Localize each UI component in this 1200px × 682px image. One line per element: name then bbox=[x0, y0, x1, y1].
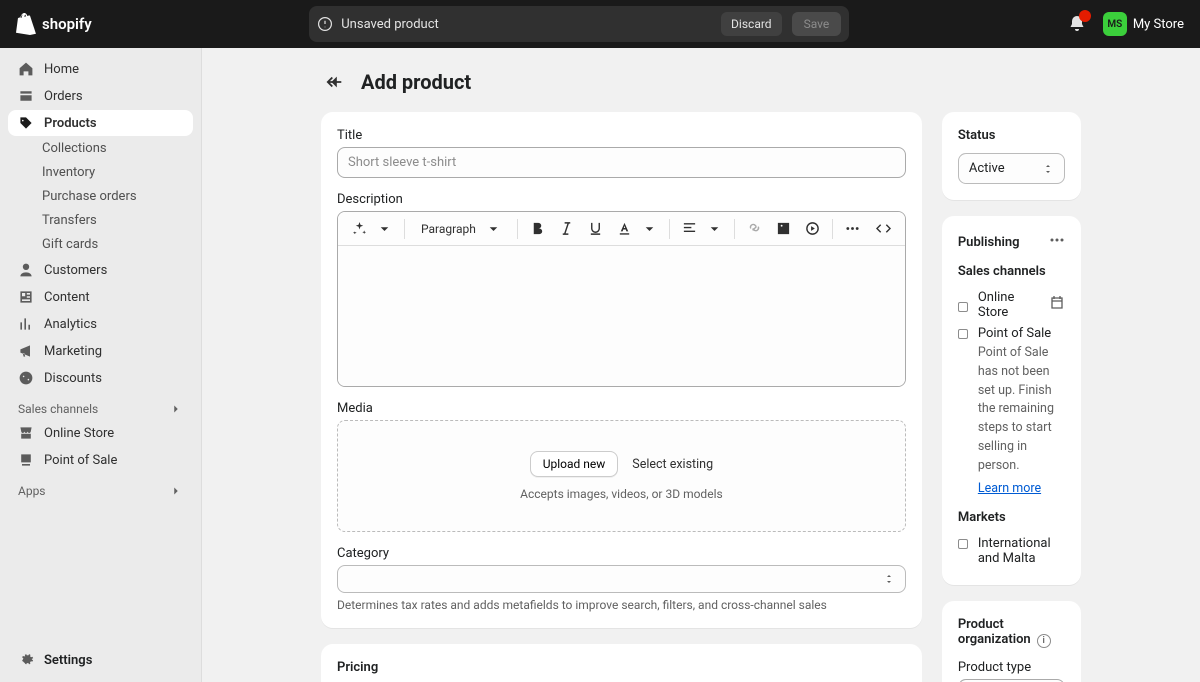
rte-image-button[interactable] bbox=[770, 216, 797, 241]
store-name: My Store bbox=[1133, 17, 1184, 32]
notifications-button[interactable] bbox=[1067, 14, 1087, 34]
shopify-logo[interactable]: shopify bbox=[16, 13, 92, 35]
sidebar: Home Orders Products Collections Invento… bbox=[0, 48, 202, 682]
store-avatar: MS bbox=[1103, 12, 1127, 36]
markets-title: Markets bbox=[958, 510, 1065, 525]
back-button[interactable] bbox=[321, 68, 349, 96]
status-select[interactable]: Active bbox=[958, 153, 1065, 184]
channel-online-store: Online Store bbox=[958, 287, 1065, 323]
channel-pos: Point of Sale bbox=[958, 323, 1065, 344]
nav-apps-header[interactable]: Apps bbox=[8, 474, 193, 502]
media-hint: Accepts images, videos, or 3D models bbox=[520, 487, 723, 501]
nav-settings[interactable]: Settings bbox=[8, 646, 193, 674]
select-arrows-icon bbox=[1042, 163, 1054, 175]
rte-code-button[interactable] bbox=[870, 216, 897, 241]
chevron-right-icon bbox=[169, 402, 183, 416]
page-title: Add product bbox=[361, 70, 471, 94]
brand-name: shopify bbox=[42, 15, 92, 33]
info-icon[interactable]: i bbox=[1037, 634, 1051, 648]
media-dropzone[interactable]: Upload new Select existing Accepts image… bbox=[337, 420, 906, 532]
product-type-label: Product type bbox=[958, 660, 1065, 675]
publishing-menu-button[interactable] bbox=[1049, 232, 1065, 252]
nav-discounts[interactable]: Discounts bbox=[8, 365, 193, 391]
discard-button[interactable]: Discard bbox=[721, 12, 782, 36]
chevron-right-icon bbox=[169, 484, 183, 498]
card-publishing: Publishing Sales channels Online Store P… bbox=[942, 216, 1081, 585]
topbar-center: Unsaved product Discard Save bbox=[108, 6, 1051, 42]
nav-transfers[interactable]: Transfers bbox=[8, 209, 193, 232]
market-item: International and Malta bbox=[958, 533, 1065, 569]
chevron-down-icon bbox=[707, 221, 722, 236]
rich-text-editor: Paragraph bbox=[337, 211, 906, 387]
status-label: Status bbox=[958, 128, 1065, 143]
rte-ai-button[interactable] bbox=[346, 216, 398, 241]
channel-status-dot bbox=[958, 329, 968, 339]
nav-orders[interactable]: Orders bbox=[8, 83, 193, 109]
category-label: Category bbox=[337, 546, 906, 561]
rte-link-button[interactable] bbox=[741, 216, 768, 241]
rte-align-button[interactable] bbox=[676, 216, 728, 241]
category-hint: Determines tax rates and adds metafields… bbox=[337, 598, 906, 612]
pos-warning: Point of Sale has not been set up. Finis… bbox=[978, 344, 1065, 475]
category-select[interactable] bbox=[337, 565, 906, 593]
publishing-title: Publishing bbox=[958, 235, 1020, 250]
nav-content[interactable]: Content bbox=[8, 284, 193, 310]
nav-online-store[interactable]: Online Store bbox=[8, 420, 193, 446]
card-status: Status Active bbox=[942, 112, 1081, 200]
rte-underline-button[interactable] bbox=[582, 216, 609, 241]
nav-gift-cards[interactable]: Gift cards bbox=[8, 233, 193, 256]
topbar: shopify Unsaved product Discard Save MS … bbox=[0, 0, 1200, 48]
rte-bold-button[interactable] bbox=[524, 216, 551, 241]
title-input[interactable] bbox=[337, 147, 906, 178]
channel-status-dot bbox=[958, 302, 968, 312]
nav-analytics[interactable]: Analytics bbox=[8, 311, 193, 337]
select-existing-link[interactable]: Select existing bbox=[632, 457, 713, 472]
description-label: Description bbox=[337, 192, 906, 207]
rte-color-button[interactable] bbox=[611, 216, 663, 241]
media-label: Media bbox=[337, 401, 906, 416]
schedule-icon[interactable] bbox=[1049, 295, 1065, 315]
rte-more-button[interactable] bbox=[839, 216, 866, 241]
notification-badge bbox=[1079, 10, 1091, 22]
unsaved-status: Unsaved product bbox=[317, 16, 711, 32]
card-basic: Title Description Paragraph bbox=[321, 112, 922, 628]
description-input[interactable] bbox=[338, 246, 905, 386]
chevron-down-icon bbox=[642, 221, 657, 236]
select-arrows-icon bbox=[883, 573, 895, 585]
store-menu[interactable]: MS My Store bbox=[1103, 12, 1184, 36]
topbar-right: MS My Store bbox=[1067, 12, 1184, 36]
card-pricing: Pricing Price Compare-at price bbox=[321, 644, 922, 682]
nav-marketing[interactable]: Marketing bbox=[8, 338, 193, 364]
rte-video-button[interactable] bbox=[799, 216, 826, 241]
main-content: Add product Title Description bbox=[202, 48, 1200, 682]
rte-italic-button[interactable] bbox=[553, 216, 580, 241]
market-status-dot bbox=[958, 539, 968, 549]
save-button[interactable]: Save bbox=[792, 12, 842, 36]
nav-customers[interactable]: Customers bbox=[8, 257, 193, 283]
learn-more-link[interactable]: Learn more bbox=[978, 481, 1041, 496]
nav-pos[interactable]: Point of Sale bbox=[8, 447, 193, 473]
organization-title: Product organization bbox=[958, 617, 1031, 647]
unsaved-label: Unsaved product bbox=[341, 17, 439, 32]
nav-purchase-orders[interactable]: Purchase orders bbox=[8, 185, 193, 208]
sales-channels-title: Sales channels bbox=[958, 264, 1065, 279]
nav-collections[interactable]: Collections bbox=[8, 137, 193, 160]
chevron-down-icon bbox=[377, 221, 392, 236]
upload-new-button[interactable]: Upload new bbox=[530, 451, 619, 477]
nav-inventory[interactable]: Inventory bbox=[8, 161, 193, 184]
unsaved-bar: Unsaved product Discard Save bbox=[309, 6, 849, 42]
rte-toolbar: Paragraph bbox=[338, 212, 905, 246]
chevron-down-icon bbox=[486, 221, 501, 236]
rte-paragraph-dropdown[interactable]: Paragraph bbox=[411, 216, 511, 241]
nav-products[interactable]: Products bbox=[8, 110, 193, 136]
title-label: Title bbox=[337, 128, 906, 143]
nav-sales-channels-header[interactable]: Sales channels bbox=[8, 392, 193, 420]
nav-home[interactable]: Home bbox=[8, 56, 193, 82]
pricing-title: Pricing bbox=[337, 660, 906, 675]
card-organization: Product organizationi Product type Vendo… bbox=[942, 601, 1081, 682]
